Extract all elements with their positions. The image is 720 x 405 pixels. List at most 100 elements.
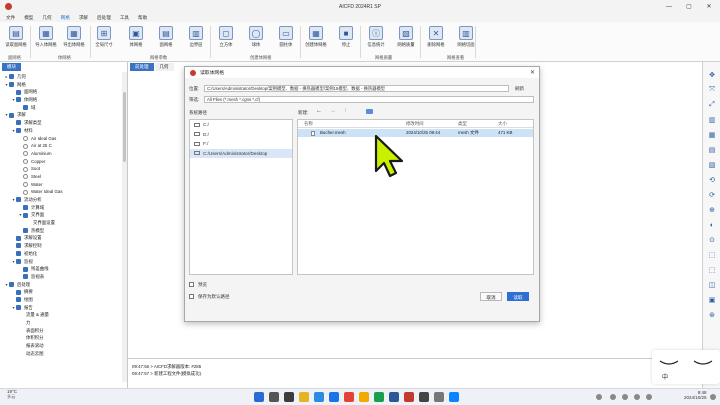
tree-item[interactable]: 力 xyxy=(0,319,128,327)
maximize-button[interactable]: ▢ xyxy=(680,0,698,13)
tree-item[interactable]: 绘图 xyxy=(0,296,128,304)
tree-item[interactable]: Air Ideal Gas xyxy=(0,135,128,143)
axis-y-icon[interactable]: ⤢ xyxy=(707,100,717,110)
global-size-button[interactable]: ⊞ 全局尺寸 xyxy=(92,26,116,48)
cancel-button[interactable]: 取消 xyxy=(480,292,502,301)
zoom-in-icon[interactable]: ⊕ xyxy=(707,205,717,215)
volume-icon[interactable] xyxy=(622,394,628,400)
axes-icon[interactable]: ✥ xyxy=(707,70,717,80)
create-volume-mesh-button[interactable]: ▦ 创建体网格 xyxy=(304,26,328,48)
tree-item[interactable]: 残差曲线 xyxy=(0,265,128,273)
clock[interactable]: 9:48 2024/10/25 xyxy=(684,390,707,400)
network-icon[interactable] xyxy=(610,394,616,400)
rotate-right-icon[interactable]: ⟳ xyxy=(707,190,717,200)
tree-item[interactable]: 表面积分 xyxy=(0,327,128,335)
tree-item[interactable]: Water Ideal Gas xyxy=(0,188,128,196)
read-surface-mesh-button[interactable]: ▤ 读取面网格 xyxy=(4,26,28,48)
file-explorer-icon[interactable] xyxy=(299,392,309,402)
sphere-button[interactable]: ◯ 球体 xyxy=(244,26,268,48)
search-icon[interactable] xyxy=(269,392,279,402)
task-view-icon[interactable] xyxy=(284,392,294,402)
start-icon[interactable] xyxy=(254,392,264,402)
ime-icon[interactable] xyxy=(646,394,652,400)
display-mode-icon[interactable]: ▣ xyxy=(707,295,717,305)
menu-mesh[interactable]: 网格 xyxy=(61,15,70,21)
stop-button[interactable]: ■ 停止 xyxy=(334,26,358,48)
wechat-icon[interactable] xyxy=(374,392,384,402)
tree-item[interactable]: ▾ 材料 xyxy=(0,127,128,135)
tree-item[interactable]: 体积积分 xyxy=(0,334,128,342)
view-back-icon[interactable]: ▦ xyxy=(707,130,717,140)
minimize-button[interactable]: — xyxy=(660,0,678,13)
tree-item[interactable]: Water xyxy=(0,181,128,189)
tab-geometry[interactable]: 几何 xyxy=(154,63,174,71)
dialog-close-button[interactable]: ✕ xyxy=(530,69,535,76)
menu-help[interactable]: 帮助 xyxy=(138,15,147,21)
tree-item[interactable]: ▸ 几何 xyxy=(0,73,128,81)
tree-item[interactable]: Soot xyxy=(0,165,128,173)
cylinder-button[interactable]: ▭ 圆柱体 xyxy=(274,26,298,48)
place-item[interactable]: D:/ xyxy=(190,130,292,140)
battery-icon[interactable] xyxy=(634,394,640,400)
filter-select[interactable]: All Files (*.mesh *.cgns *.cf) xyxy=(204,96,534,103)
menu-geometry[interactable]: 几何 xyxy=(42,15,51,21)
mesh-quality-button[interactable]: ▧ 网格质量 xyxy=(394,26,418,48)
view-left-icon[interactable]: ▤ xyxy=(707,145,717,155)
column-name[interactable]: 名称 xyxy=(304,121,313,127)
tree-item[interactable]: Air at 25 C xyxy=(0,142,128,150)
tree-item[interactable]: Copper xyxy=(0,158,128,166)
tree-item[interactable]: ▾ 求解 xyxy=(0,111,128,119)
menu-model[interactable]: 模型 xyxy=(24,15,33,21)
refresh-button[interactable]: 刷新 xyxy=(515,86,524,92)
split-view-icon[interactable]: ◫ xyxy=(707,280,717,290)
camera-icon[interactable]: ⊛ xyxy=(707,310,717,320)
forward-arrow-icon[interactable]: → xyxy=(330,108,336,114)
chevron-up-icon[interactable] xyxy=(596,394,602,400)
place-item[interactable]: C:/Users/Administrator/Desktop xyxy=(190,148,292,158)
aicfd-icon[interactable] xyxy=(404,392,414,402)
export-volume-mesh-button[interactable]: ▦ 导出体网格 xyxy=(62,26,86,48)
app-icon[interactable] xyxy=(344,392,354,402)
tree-item[interactable]: Aluminium xyxy=(0,150,128,158)
place-item[interactable]: C:/ xyxy=(190,120,292,130)
view-front-icon[interactable]: ▥ xyxy=(707,115,717,125)
menu-file[interactable]: 文件 xyxy=(6,15,15,21)
open-button[interactable]: 读取 xyxy=(507,292,529,301)
boundary-layer-button[interactable]: ▥ 边界层 xyxy=(184,26,208,48)
surface-mesh-button[interactable]: ▤ 面网格 xyxy=(154,26,178,48)
close-button[interactable]: ✕ xyxy=(700,0,718,13)
file-row[interactable]: Bucher.mesh 2024/10/25 09:44 mesh 文件 471… xyxy=(298,129,533,137)
tree-scrollbar[interactable] xyxy=(122,72,127,382)
default-path-checkbox[interactable] xyxy=(189,294,194,299)
tree-item[interactable]: ▾ 监视 xyxy=(0,258,128,266)
tree-item[interactable]: 动态云图 xyxy=(0,350,128,358)
tree-item[interactable]: 监视表 xyxy=(0,273,128,281)
weather-widget[interactable]: 19°C 多云 xyxy=(7,389,17,400)
tree-item[interactable]: 初始化 xyxy=(0,250,128,258)
new-folder-icon[interactable] xyxy=(366,109,373,114)
tree-item[interactable]: ▾ 体网格 xyxy=(0,96,128,104)
ime-widget[interactable]: 中 xyxy=(652,350,720,384)
tree-item[interactable]: 计算域 xyxy=(0,204,128,212)
location-field[interactable]: C:/Users/Administrator/Desktop/案例模型、数据 -… xyxy=(204,85,509,92)
tree-item[interactable]: 求解类型 xyxy=(0,119,128,127)
info-stats-button[interactable]: ⓘ 信息统计 xyxy=(364,26,388,48)
terminal-icon[interactable] xyxy=(419,392,429,402)
axis-x-icon[interactable]: ⤧ xyxy=(707,85,717,95)
tree-item[interactable]: ▾ 交界面 xyxy=(0,211,128,219)
fit-icon[interactable]: ⊙ xyxy=(707,235,717,245)
tree-item[interactable]: 热模型 xyxy=(0,227,128,235)
tree-item[interactable]: ▾ 报告 xyxy=(0,304,128,312)
box-zoom-icon[interactable]: ⬚ xyxy=(707,265,717,275)
up-arrow-icon[interactable]: ↑ xyxy=(344,108,347,114)
files-icon[interactable] xyxy=(359,392,369,402)
tree-item[interactable]: 交界面设置 xyxy=(0,219,128,227)
tree-item[interactable]: 求解设置 xyxy=(0,234,128,242)
menu-tools[interactable]: 工具 xyxy=(120,15,129,21)
view-right-icon[interactable]: ▧ xyxy=(707,160,717,170)
box-select-icon[interactable]: ⬚ xyxy=(707,250,717,260)
delete-mesh-button[interactable]: ✕ 删除网格 xyxy=(424,26,448,48)
tree-item[interactable]: ▾ 后处理 xyxy=(0,281,128,289)
tree-item[interactable]: 求解控制 xyxy=(0,242,128,250)
tree-item[interactable]: ▾ 流动分析 xyxy=(0,196,128,204)
